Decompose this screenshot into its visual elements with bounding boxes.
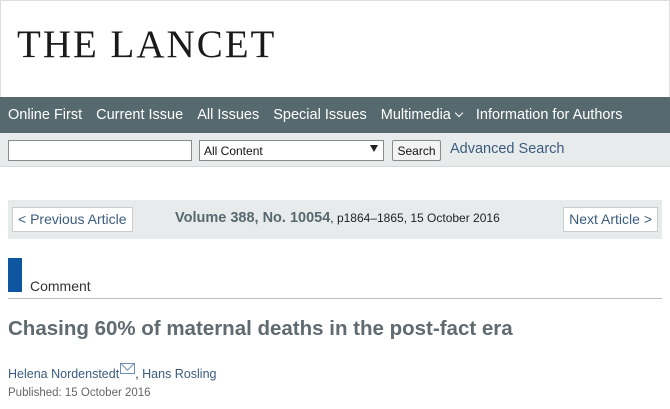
previous-article-button[interactable]: < Previous Article bbox=[12, 207, 133, 232]
search-input[interactable] bbox=[8, 140, 192, 161]
published-date: Published: 15 October 2016 bbox=[8, 387, 151, 399]
lancet-logo[interactable]: THE LANCET bbox=[17, 23, 276, 67]
masthead: THE LANCET bbox=[0, 0, 670, 97]
nav-special-issues-label: Special Issues bbox=[273, 107, 367, 123]
article-navigation: < Previous Article Volume 388, No. 10054… bbox=[8, 200, 662, 239]
nav-special-issues[interactable]: Special Issues bbox=[266, 107, 374, 123]
dropdown-arrow-icon bbox=[370, 145, 378, 152]
author-link[interactable]: Helena Nordenstedt bbox=[8, 367, 119, 381]
article-title: Chasing 60% of maternal deaths in the po… bbox=[8, 317, 513, 340]
issue-info: Volume 388, No. 10054, p1864–1865, 15 Oc… bbox=[175, 210, 500, 226]
search-button[interactable]: Search bbox=[392, 140, 441, 161]
nav-online-first[interactable]: Online First bbox=[0, 107, 89, 123]
search-scope-value: All Content bbox=[204, 144, 263, 158]
advanced-search-link[interactable]: Advanced Search bbox=[450, 141, 564, 157]
chevron-down-icon bbox=[454, 108, 464, 118]
author-link[interactable]: Hans Rosling bbox=[142, 367, 216, 381]
main-nav: Online First Current Issue All Issues Sp… bbox=[0, 97, 670, 133]
search-bar: All Content Search Advanced Search bbox=[0, 133, 670, 167]
nav-all-issues-label: All Issues bbox=[197, 107, 260, 123]
envelope-icon[interactable] bbox=[120, 363, 136, 374]
issue-details: , p1864–1865, 15 October 2016 bbox=[330, 211, 500, 225]
nav-multimedia-label: Multimedia bbox=[380, 107, 451, 123]
nav-online-first-label: Online First bbox=[8, 107, 83, 123]
nav-information-for-authors[interactable]: Information for Authors bbox=[469, 107, 630, 123]
section-label: Comment bbox=[30, 278, 91, 294]
nav-current-issue[interactable]: Current Issue bbox=[89, 107, 190, 123]
nav-information-for-authors-label: Information for Authors bbox=[475, 107, 623, 123]
section-marker bbox=[8, 258, 22, 292]
volume-number[interactable]: Volume 388, No. 10054 bbox=[175, 210, 330, 226]
next-article-button[interactable]: Next Article > bbox=[563, 207, 658, 232]
nav-multimedia[interactable]: Multimedia bbox=[374, 107, 469, 123]
divider bbox=[8, 298, 662, 299]
search-scope-select[interactable]: All Content bbox=[199, 140, 384, 161]
author-list: Helena Nordenstedt, Hans Rosling bbox=[8, 363, 216, 381]
nav-current-issue-label: Current Issue bbox=[96, 107, 184, 123]
nav-all-issues[interactable]: All Issues bbox=[190, 107, 266, 123]
